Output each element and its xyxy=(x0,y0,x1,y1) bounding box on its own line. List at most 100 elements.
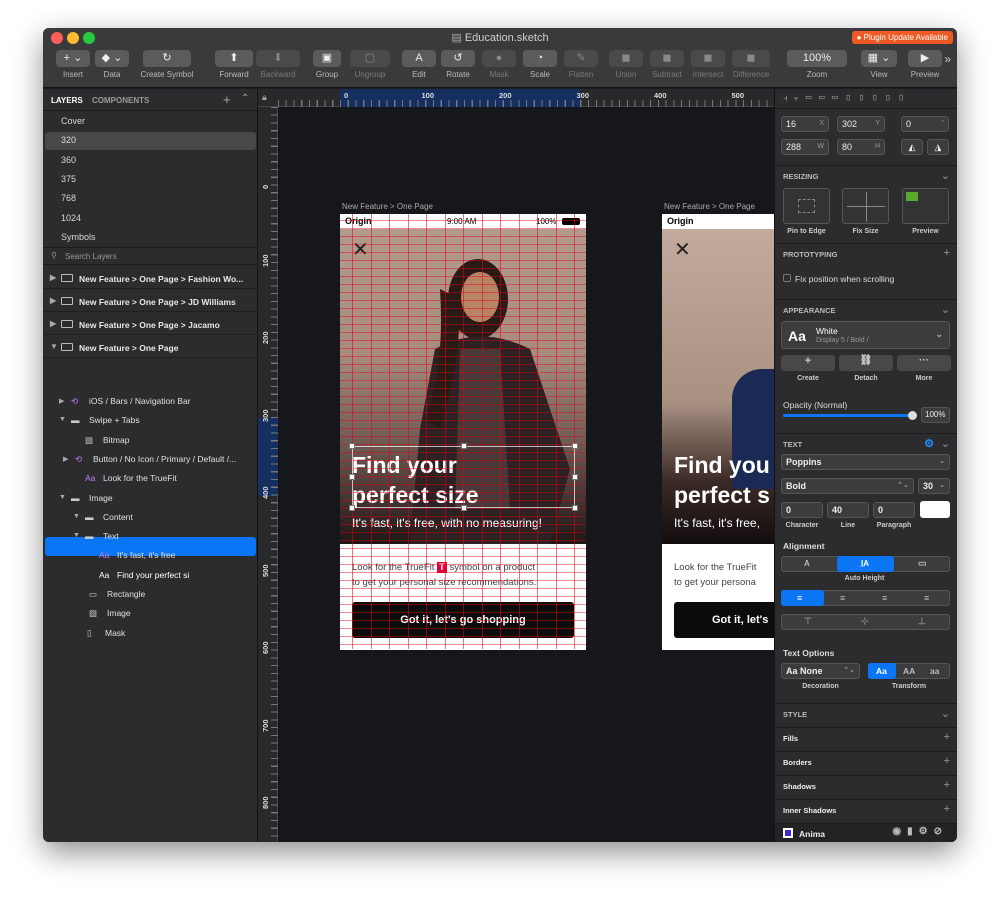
layer-item[interactable]: Content xyxy=(103,512,133,522)
flip-horizontal-icon[interactable]: ◭ xyxy=(901,139,923,155)
page-item[interactable]: Symbols xyxy=(61,232,96,242)
subtract-icon[interactable]: ◼ xyxy=(650,50,684,67)
detach-style-button[interactable]: ⛓ xyxy=(839,355,893,371)
transform-none[interactable]: Aa xyxy=(876,666,887,676)
text-sizing-segment[interactable]: A I̲A ▭ xyxy=(781,556,950,572)
align-right-icon[interactable]: ≡ xyxy=(882,593,887,603)
page-item[interactable]: 360 xyxy=(61,155,76,165)
pin-to-edge-control[interactable] xyxy=(783,188,830,224)
add-border-icon[interactable]: + xyxy=(944,755,950,767)
opacity-field[interactable]: 100% xyxy=(921,407,950,423)
artboard-row[interactable]: ▶ New Feature > One Page > Fashion Wo... xyxy=(43,267,258,289)
disclosure-closed-icon[interactable]: ▶ xyxy=(63,455,68,463)
align-bottom-icon[interactable]: ⊥ xyxy=(918,616,926,627)
page-item[interactable]: 1024 xyxy=(61,213,81,223)
backward-icon[interactable]: ⬇ xyxy=(256,50,300,67)
fix-position-checkbox[interactable] xyxy=(783,274,791,282)
resize-handle[interactable] xyxy=(349,505,355,511)
union-icon[interactable]: ◼ xyxy=(609,50,643,67)
text-color-swatch[interactable] xyxy=(920,501,950,518)
disclosure-open-icon[interactable]: ▼ xyxy=(59,494,66,501)
align-toolbar[interactable]: ⫞⫟▭▭▭▯▯▯▯▯ xyxy=(775,89,957,109)
resize-handle[interactable] xyxy=(461,443,467,449)
canvas[interactable]: 0 100 200 300 400 500 0 100 200 300 400 500 600 700 8… xyxy=(258,89,774,842)
create-style-button[interactable]: + xyxy=(781,355,835,371)
paragraph-spacing-field[interactable]: 0 xyxy=(873,502,915,518)
resizing-chevron-icon[interactable]: ⌄ xyxy=(941,169,950,182)
search-input[interactable]: Search Layers xyxy=(65,252,117,261)
scale-icon[interactable]: ◔ xyxy=(523,50,557,67)
align-left-icon[interactable]: ≡ xyxy=(797,593,802,603)
line-height-field[interactable]: 40 xyxy=(827,502,869,518)
selection-box[interactable] xyxy=(349,443,578,511)
y-field[interactable]: 302 Y xyxy=(837,116,885,132)
add-prototype-icon[interactable]: + xyxy=(944,247,950,259)
flip-vertical-icon[interactable]: ◮ xyxy=(927,139,949,155)
transform-uppercase[interactable]: AA xyxy=(903,666,915,676)
x-field[interactable]: 16 X xyxy=(781,116,829,132)
disclosure-closed-icon[interactable]: ▶ xyxy=(50,273,56,282)
disclosure-open-icon[interactable]: ▼ xyxy=(59,416,66,423)
layer-item[interactable]: Rectangle xyxy=(107,589,145,599)
transform-segment[interactable]: Aa AA aa xyxy=(868,663,950,679)
insert-icon[interactable]: + ⌄ xyxy=(56,50,90,67)
add-shadow-icon[interactable]: + xyxy=(944,779,950,791)
rotation-field[interactable]: 0 ° xyxy=(901,116,949,132)
layer-item[interactable]: It's fast, it's free xyxy=(117,550,176,560)
disclosure-open-icon[interactable]: ▼ xyxy=(73,513,80,520)
layer-item[interactable]: Find your perfect si xyxy=(117,570,189,580)
toolbar-zoom[interactable]: 100% Zoom xyxy=(780,50,854,79)
resize-handle[interactable] xyxy=(349,474,355,480)
toolbar-group[interactable]: ▣ Group xyxy=(306,50,348,79)
layer-item[interactable]: Image xyxy=(89,493,113,503)
character-spacing-field[interactable]: 0 xyxy=(781,502,823,518)
vertical-ruler[interactable]: 0 100 200 300 400 500 600 700 800 xyxy=(258,107,278,842)
resize-handle[interactable] xyxy=(572,474,578,480)
fixed-size-icon[interactable]: ▭ xyxy=(918,558,927,569)
layer-item[interactable]: Button / No Icon / Primary / Default /..… xyxy=(93,454,236,464)
ungroup-icon[interactable]: ▢ xyxy=(350,50,390,67)
toolbar-ungroup[interactable]: ▢ Ungroup xyxy=(343,50,397,79)
resize-handle[interactable] xyxy=(349,443,355,449)
toolbar-view[interactable]: ▦ ⌄ View xyxy=(854,50,904,79)
edit-icon[interactable]: A xyxy=(402,50,436,67)
page-item[interactable]: 320 xyxy=(61,135,76,145)
add-inner-shadow-icon[interactable]: + xyxy=(944,803,950,815)
auto-height-icon[interactable]: I̲A xyxy=(861,559,869,568)
toolbar-backward[interactable]: ⬇ Backward xyxy=(249,50,307,79)
close-icon[interactable]: ✕ xyxy=(352,240,369,260)
page-item[interactable]: 375 xyxy=(61,174,76,184)
cta-button-2[interactable]: Got it, let's xyxy=(674,602,774,638)
font-size-field[interactable]: 30 ⌄ xyxy=(918,478,950,494)
resize-handle[interactable] xyxy=(572,443,578,449)
appearance-chevron-icon[interactable]: ⌄ xyxy=(941,303,950,316)
align-left-option[interactable] xyxy=(781,590,824,606)
toolbar-data[interactable]: ◆ ⌄ Data xyxy=(88,50,136,79)
headline-text-2[interactable]: Find you perfect s xyxy=(674,450,770,510)
layer-item[interactable]: Look for the TrueFit xyxy=(103,473,177,483)
disclosure-open-icon[interactable]: ▼ xyxy=(73,532,80,539)
resize-handle[interactable] xyxy=(572,505,578,511)
align-justify-icon[interactable]: ≡ xyxy=(924,593,929,603)
auto-width-icon[interactable]: A xyxy=(804,559,810,568)
add-fill-icon[interactable]: + xyxy=(944,731,950,743)
artboard-row[interactable]: ▶ New Feature > One Page > JD Williams xyxy=(43,290,258,312)
flatten-icon[interactable]: ✎ xyxy=(564,50,598,67)
text-settings-gear-icon[interactable]: ⚙ xyxy=(924,437,934,450)
layer-search[interactable]: ⚲ Search Layers xyxy=(43,247,258,265)
horizontal-ruler[interactable]: 0 100 200 300 400 500 xyxy=(258,89,774,107)
width-field[interactable]: 288 W xyxy=(781,139,829,155)
rotate-icon[interactable]: ↺ xyxy=(441,50,475,67)
collapse-pages-icon[interactable]: ⌃ xyxy=(241,93,249,104)
vertical-align-segment[interactable]: ⊤ ⊹ ⊥ xyxy=(781,614,950,630)
toolbar-create-symbol[interactable]: ↻ Create Symbol xyxy=(136,50,198,79)
add-page-icon[interactable]: + xyxy=(223,92,231,107)
layer-item[interactable]: Mask xyxy=(105,628,125,638)
view-icon[interactable]: ▦ ⌄ xyxy=(861,50,897,67)
layer-item[interactable]: Image xyxy=(107,608,131,618)
artboard2-label[interactable]: New Feature > One Page xyxy=(664,202,755,211)
toolbar-flatten[interactable]: ✎ Flatten xyxy=(557,50,605,79)
transform-lowercase[interactable]: aa xyxy=(930,666,939,676)
mask-icon[interactable]: ● xyxy=(482,50,516,67)
tab-components[interactable]: COMPONENTS xyxy=(92,96,149,105)
